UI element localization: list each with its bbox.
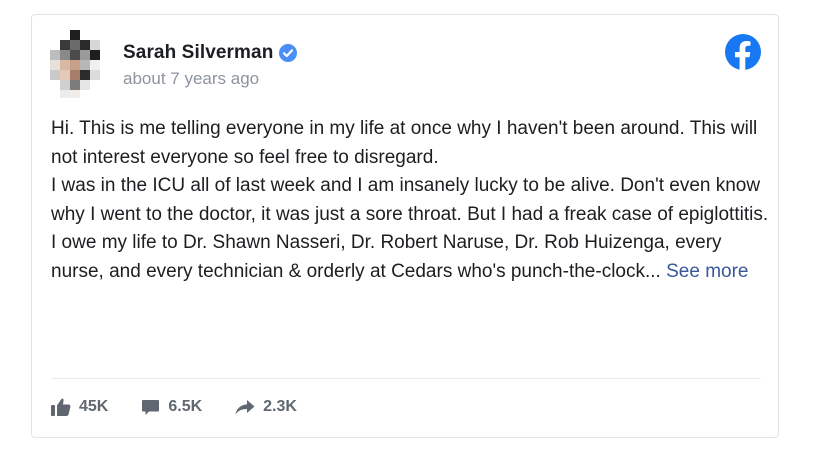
thumbs-up-icon [51,398,71,416]
facebook-post-card: Sarah Silverman about 7 years ago Hi. Th… [31,14,779,438]
author-line: Sarah Silverman [123,42,298,64]
facebook-logo-icon[interactable] [725,34,761,70]
see-more-link[interactable]: See more [666,261,748,282]
avatar[interactable] [48,30,108,98]
post-paragraph-text: I owe my life to Dr. Shawn Nasseri, Dr. … [51,232,722,282]
divider [51,378,761,379]
likes-stat[interactable]: 45K [51,398,108,416]
post-paragraph: I owe my life to Dr. Shawn Nasseri, Dr. … [51,229,771,286]
pixelated-avatar-image [50,30,100,98]
post-paragraph: I was in the ICU all of last week and I … [51,175,769,225]
share-arrow-icon [235,400,255,415]
shares-stat[interactable]: 2.3K [235,398,297,416]
comments-stat[interactable]: 6.5K [141,398,202,416]
author-name[interactable]: Sarah Silverman [123,42,273,64]
comment-bubble-icon [142,399,160,415]
verified-badge-icon [279,44,298,62]
shares-count: 2.3K [263,398,297,415]
engagement-stats: 45K 6.5K 2.3K [51,398,330,416]
post-timestamp[interactable]: about 7 years ago [123,69,259,89]
comments-count: 6.5K [168,398,203,415]
post-paragraph: Hi. This is me telling everyone in my li… [51,118,758,168]
likes-count: 45K [79,398,109,415]
post-body: Hi. This is me telling everyone in my li… [51,115,771,286]
